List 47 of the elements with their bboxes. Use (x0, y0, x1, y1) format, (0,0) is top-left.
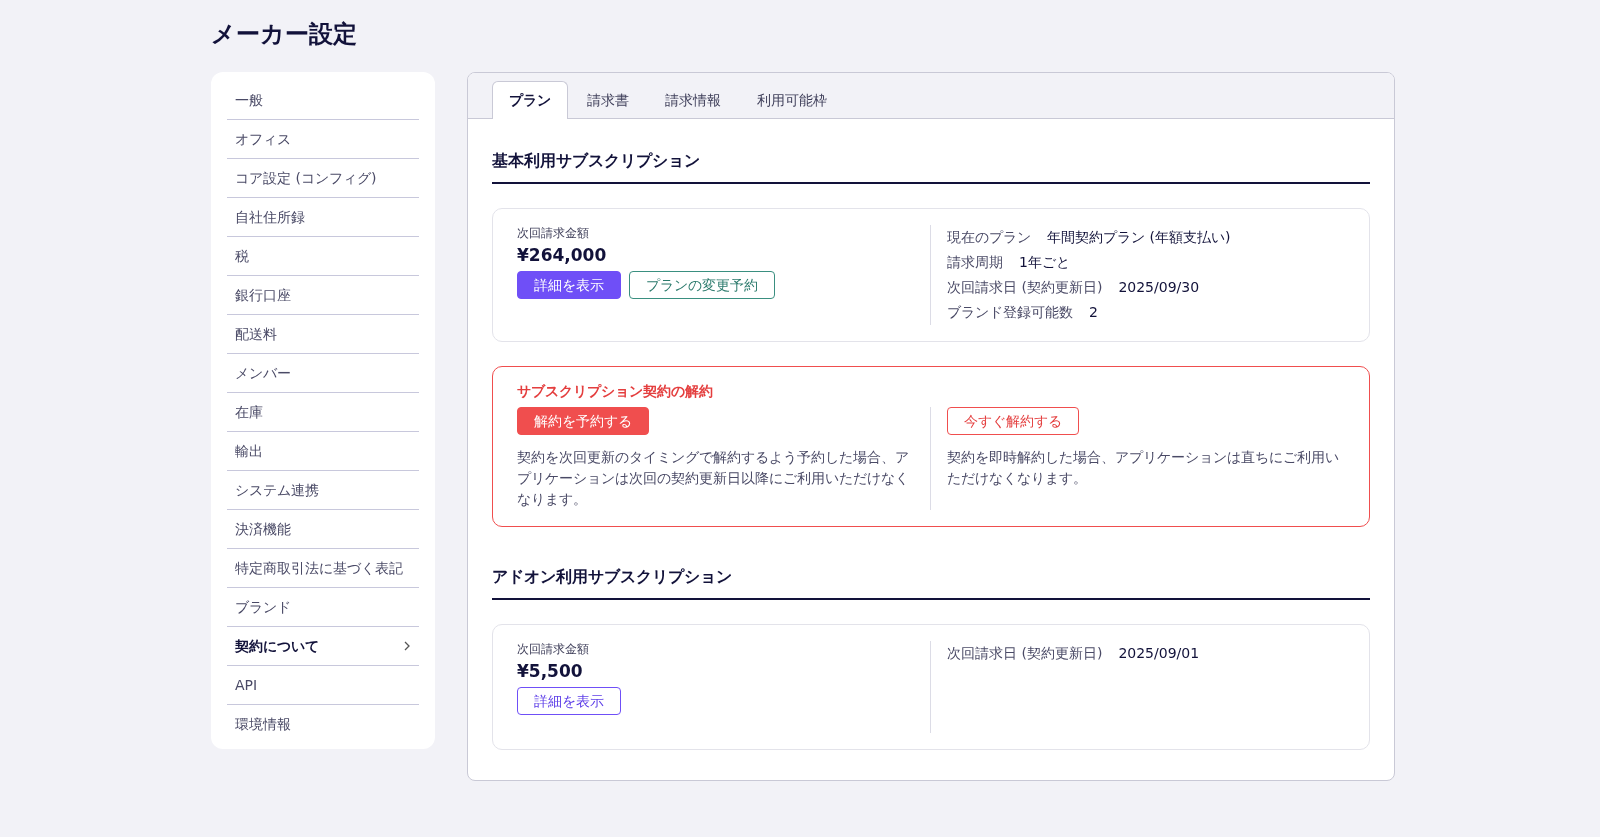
sidebar-item[interactable]: オフィス (227, 120, 419, 159)
sidebar-item[interactable]: ブランド (227, 588, 419, 627)
detail-label: 次回請求日 (契約更新日) (947, 278, 1103, 297)
cancellation-heading: サブスクリプション契約の解約 (517, 383, 714, 401)
sidebar-item[interactable]: 自社住所録 (227, 198, 419, 237)
amount-label: 次回請求金額 (517, 225, 590, 242)
sidebar-item[interactable]: 一般 (227, 81, 419, 120)
detail-value: 2025/09/01 (1118, 644, 1200, 663)
page-title: メーカー設定 (211, 19, 357, 50)
chevron-right-icon (403, 641, 411, 651)
cancellation-note: 契約を次回更新のタイミングで解約するよう予約した場合、アプリケーションは次回の契約更新日以降にご利用いただけなくなります。 (517, 448, 910, 509)
sidebar-item[interactable]: システム連携 (227, 471, 419, 510)
amount-value: ¥264,000 (517, 245, 608, 265)
sidebar-item[interactable]: 税 (227, 237, 419, 276)
action-button[interactable]: 詳細を表示 (517, 687, 621, 715)
cancel-button[interactable]: 今すぐ解約する (947, 407, 1079, 435)
detail-label: 次回請求日 (契約更新日) (947, 644, 1103, 663)
tab[interactable]: 請求情報 (648, 81, 738, 119)
amount-value: ¥5,500 (517, 661, 584, 681)
sidebar-item[interactable]: 特定商取引法に基づく表記 (227, 549, 419, 588)
detail-value: 2025/09/30 (1118, 278, 1200, 297)
sidebar-item[interactable]: 在庫 (227, 393, 419, 432)
detail-value: 年間契約プラン (年額支払い) (1047, 228, 1231, 247)
section-heading: 基本利用サブスクリプション (492, 151, 1370, 184)
cancel-button[interactable]: 解約を予約する (517, 407, 649, 435)
tab[interactable]: 請求書 (570, 81, 646, 119)
sidebar-item[interactable]: コア設定 (コンフィグ) (227, 159, 419, 198)
detail-label: 現在のプラン (947, 228, 1031, 247)
sidebar-item[interactable]: 配送料 (227, 315, 419, 354)
amount-label: 次回請求金額 (517, 641, 590, 658)
sidebar-item[interactable]: メンバー (227, 354, 419, 393)
action-button[interactable]: プランの変更予約 (629, 271, 775, 299)
tab[interactable]: プラン (492, 81, 568, 119)
detail-value: 2 (1089, 303, 1098, 322)
tab[interactable]: 利用可能枠 (740, 81, 844, 119)
sidebar-item[interactable]: API (227, 666, 419, 705)
detail-value: 1年ごと (1019, 253, 1070, 272)
sidebar-item[interactable]: 環境情報 (227, 705, 419, 743)
action-button[interactable]: 詳細を表示 (517, 271, 621, 299)
sidebar-item[interactable]: 輸出 (227, 432, 419, 471)
sidebar-item[interactable]: 銀行口座 (227, 276, 419, 315)
sidebar-item[interactable]: 決済機能 (227, 510, 419, 549)
detail-label: 請求周期 (947, 253, 1003, 272)
sidebar-item[interactable]: 契約について (227, 627, 419, 666)
detail-label: ブランド登録可能数 (947, 303, 1073, 322)
section-heading: アドオン利用サブスクリプション (492, 567, 1370, 600)
cancellation-note: 契約を即時解約した場合、アプリケーションは直ちにご利用いただけなくなります。 (947, 448, 1340, 488)
